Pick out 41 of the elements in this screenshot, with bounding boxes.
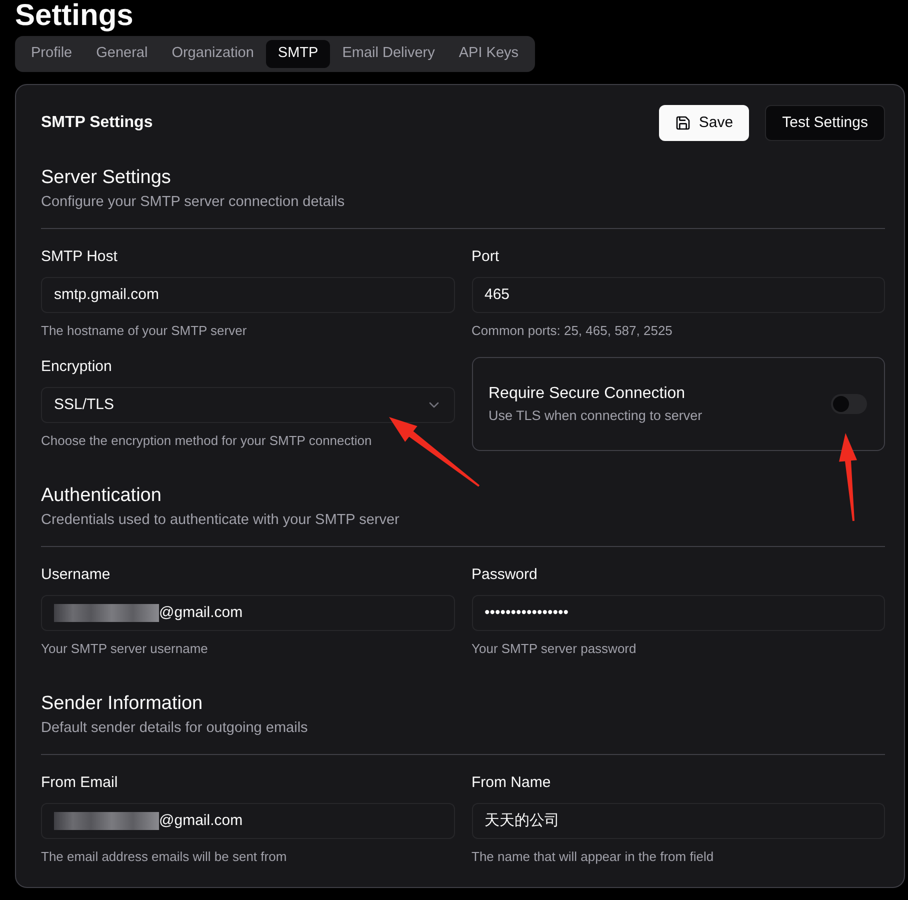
section-title: Sender Information <box>41 692 204 716</box>
section-description: Credentials used to authenticate with your SMTP server <box>41 511 400 530</box>
field-label: Password <box>472 565 538 585</box>
tab[interactable]: Email Delivery <box>330 40 447 68</box>
field-label: From Name <box>472 773 552 793</box>
field-label: Username <box>41 565 112 585</box>
help-text: Your SMTP server username <box>41 640 209 658</box>
tab[interactable]: API Keys <box>446 40 531 68</box>
input-field[interactable]: @gmail.com <box>41 803 454 839</box>
input-field[interactable]: 465 <box>472 277 885 313</box>
help-text: The email address emails will be sent from <box>41 848 288 866</box>
field-label: From Email <box>41 773 119 793</box>
help-text: Common ports: 25, 465, 587, 2525 <box>472 322 674 340</box>
select-field[interactable]: SSL/TLS <box>41 387 454 423</box>
tab[interactable]: SMTP <box>266 40 330 68</box>
input-field[interactable]: smtp.gmail.com <box>41 277 454 313</box>
setting-title: Require Secure Connection <box>488 384 686 404</box>
field-label: SMTP Host <box>41 247 118 267</box>
help-text: Your SMTP server password <box>472 640 638 658</box>
test-button[interactable]: Test Settings <box>765 105 885 141</box>
section-description: Configure your SMTP server connection details <box>41 193 346 212</box>
page-title: Settings <box>14 0 134 32</box>
setting-description: Use TLS when connecting to server <box>488 407 702 425</box>
field-label: Encryption <box>41 357 113 377</box>
input-field[interactable]: @gmail.com <box>41 595 454 631</box>
section-description: Default sender details for outgoing emails <box>41 719 309 738</box>
card-title: SMTP Settings <box>41 113 153 133</box>
tab[interactable]: Profile <box>19 40 84 68</box>
tab[interactable]: General <box>84 40 160 68</box>
save-button[interactable]: Save <box>658 105 750 141</box>
section-title: Authentication <box>41 484 162 508</box>
help-text: Choose the encryption method for your SMTP connection <box>41 432 373 450</box>
toggle-switch[interactable] <box>831 394 867 414</box>
tab[interactable]: Organization <box>160 40 266 68</box>
section-title: Server Settings <box>41 166 172 190</box>
help-text: The name that will appear in the from field <box>472 848 715 866</box>
input-field[interactable]: •••••••••••••••• <box>472 595 885 631</box>
field-label: Port <box>472 247 500 267</box>
input-field[interactable]: 天天的公司 <box>472 803 885 839</box>
save-icon <box>674 115 691 131</box>
help-text: The hostname of your SMTP server <box>41 322 248 340</box>
